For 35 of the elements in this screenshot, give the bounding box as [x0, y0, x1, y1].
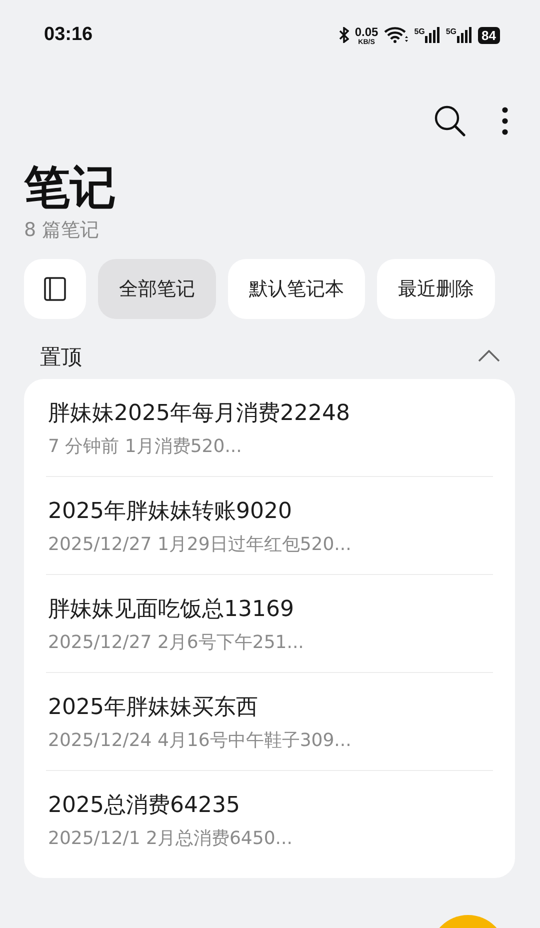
note-preview: 2025/12/24 4月16号中午鞋子309... [48, 728, 352, 752]
bluetooth-icon [338, 27, 349, 43]
note-item[interactable]: 2025年胖妹妹买东西 2025/12/24 4月16号中午鞋子309... [46, 672, 493, 771]
note-title: 胖妹妹2025年每月消费22248 [48, 400, 351, 428]
note-preview: 7 分钟前 1月消费520... [48, 434, 243, 458]
signal-icon [424, 27, 440, 43]
note-title: 2025年胖妹妹买东西 [48, 694, 259, 722]
network-speed: 0.05 [354, 24, 378, 38]
note-item[interactable]: 2025年胖妹妹转账9020 2025/12/27 1月29日过年红包520... [46, 476, 493, 575]
notebook-tab[interactable]: 全部笔记 [98, 258, 216, 319]
wifi-icon [384, 27, 408, 43]
status-time: 03:16 [44, 24, 94, 46]
note-preview: 2025/12/27 1月29日过年红包520... [48, 532, 352, 556]
note-title: 胖妹妹见面吃饭总13169 [48, 596, 295, 624]
section-title: 置顶 [40, 344, 82, 371]
sidebar-toggle-button[interactable] [24, 258, 86, 319]
note-title: 2025总消费64235 [48, 792, 241, 820]
note-count: 8 篇笔记 [23, 218, 100, 243]
sidebar-icon [44, 276, 66, 301]
note-item[interactable]: 胖妹妹2025年每月消费22248 7 分钟前 1月消费520... [46, 378, 493, 477]
network-type: 5G [414, 27, 425, 36]
notebook-tab[interactable]: 默认笔记本 [228, 258, 365, 319]
signal-icon [456, 27, 472, 43]
note-preview: 2025/12/1 2月总消费6450... [48, 826, 294, 850]
page-title: 笔记 [23, 159, 117, 213]
search-icon[interactable] [434, 105, 466, 137]
note-title: 2025年胖妹妹转账9020 [48, 498, 293, 526]
notebook-tab[interactable]: 最近删除 [377, 258, 495, 319]
note-item[interactable]: 胖妹妹见面吃饭总13169 2025/12/27 2月6号下午251... [46, 574, 493, 673]
network-type: 5G [446, 27, 457, 36]
note-preview: 2025/12/27 2月6号下午251... [48, 630, 305, 654]
battery-level: 84 [478, 26, 500, 44]
chevron-icon[interactable] [478, 350, 500, 362]
note-item[interactable]: 2025总消费64235 2025/12/1 2月总消费6450... [46, 770, 493, 868]
more-options-icon[interactable] [502, 107, 508, 135]
